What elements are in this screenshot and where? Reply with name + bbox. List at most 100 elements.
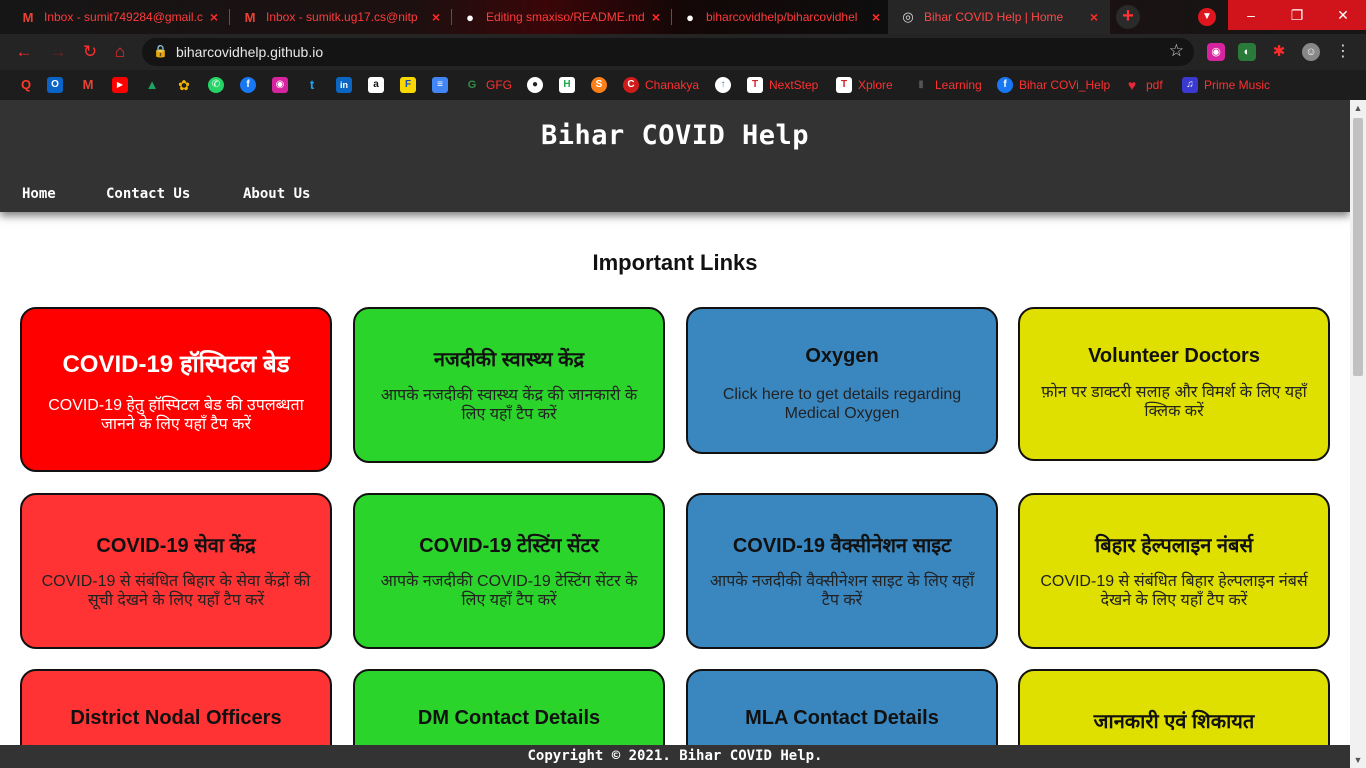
extensions-puzzle-icon[interactable]: ✱ — [1270, 43, 1288, 61]
music-icon: ♫ — [1182, 77, 1198, 93]
bookmark-whatsapp[interactable]: ✆ — [208, 76, 224, 94]
back-icon[interactable]: ← — [14, 42, 34, 62]
browser-tab-strip: M Inbox - sumit749284@gmail.c × M Inbox … — [0, 0, 1366, 103]
bookmark-gfg[interactable]: G GFG — [464, 76, 512, 94]
card-title: MLA Contact Details — [745, 707, 939, 729]
bookmark-label: Chanakya — [645, 78, 700, 92]
close-tab-icon[interactable]: × — [432, 9, 440, 25]
bookmark-prime-music[interactable]: ♫ Prime Music — [1182, 76, 1270, 94]
bookmark-twitter[interactable]: t — [304, 76, 320, 94]
avatar[interactable]: ☺ — [1302, 43, 1320, 61]
address-bar[interactable]: 🔒 biharcovidhelp.github.io ☆ — [142, 38, 1194, 66]
card-title: COVID-19 टेस्टिंग सेंटर — [419, 535, 599, 557]
card-hospital-beds[interactable]: COVID-19 हॉस्पिटल बेड COVID-19 हेतु हॉस्… — [20, 307, 332, 472]
forward-icon[interactable]: → — [48, 42, 68, 62]
card-vaccination-site[interactable]: COVID-19 वैक्सीनेशन साइट आपके नजदीकी वैक… — [686, 493, 998, 649]
scroll-thumb[interactable] — [1353, 118, 1363, 376]
card-title: District Nodal Officers — [70, 707, 282, 729]
outlook-icon: O — [47, 77, 63, 93]
bookmark-upload[interactable]: ↑ — [715, 76, 731, 94]
card-seva-kendra[interactable]: COVID-19 सेवा केंद्र COVID-19 से संबंधित… — [20, 493, 332, 649]
card-title: जानकारी एवं शिकायत — [1093, 711, 1255, 733]
card-health-centre[interactable]: नजदीकी स्वास्थ्य केंद्र आपके नजदीकी स्वा… — [353, 307, 665, 463]
new-tab-button[interactable]: + — [1116, 5, 1140, 29]
bookmark-label: Prime Music — [1204, 78, 1271, 92]
bookmark-outlook[interactable]: O — [47, 76, 63, 94]
search-icon: Q — [20, 77, 32, 92]
card-testing-centre[interactable]: COVID-19 टेस्टिंग सेंटर आपके नजदीकी COVI… — [353, 493, 665, 649]
nav-about-link[interactable]: About Us — [243, 186, 310, 202]
maximize-button[interactable]: ❐ — [1274, 0, 1320, 30]
browser-tab[interactable]: ● Editing smaxiso/README.md × — [450, 0, 672, 34]
close-tab-icon[interactable]: × — [872, 9, 880, 25]
bookmark-youtube[interactable]: ▶ — [112, 76, 128, 94]
bookmark-label: pdf — [1146, 78, 1163, 92]
bookmark-facebook[interactable]: f — [240, 76, 256, 94]
card-title: बिहार हेल्पलाइन नंबर्स — [1095, 535, 1253, 557]
close-window-button[interactable]: ✕ — [1320, 0, 1366, 30]
browser-tab-active[interactable]: ◎ Bihar COVID Help | Home × — [888, 0, 1110, 34]
bookmark-gmail[interactable]: M — [80, 76, 96, 94]
bookmark-instagram[interactable]: ◉ — [272, 76, 288, 94]
bookmark-photos[interactable]: ✿ — [176, 76, 192, 94]
chanakya-icon: C — [623, 77, 639, 93]
menu-icon[interactable]: ⋮ — [1334, 43, 1352, 61]
instagram-extension-icon[interactable]: ◉ — [1207, 43, 1225, 61]
card-title: COVID-19 सेवा केंद्र — [96, 535, 256, 557]
bookmark-hackerrank[interactable]: H — [559, 76, 575, 94]
bookmark-label: GFG — [486, 78, 512, 92]
bookmark-nextstep[interactable]: T NextStep — [747, 76, 818, 94]
bookmark-swiggy[interactable]: S — [591, 76, 607, 94]
nav-contact-link[interactable]: Contact Us — [106, 186, 190, 202]
gfg-icon: G — [467, 79, 477, 91]
browser-toolbar: ← → ↻ ⌂ 🔒 biharcovidhelp.github.io ☆ ◉ ◐… — [0, 34, 1366, 70]
minimize-button[interactable]: – — [1228, 0, 1274, 30]
github-icon: ● — [686, 9, 694, 25]
facebook-icon: f — [240, 77, 256, 93]
bookmark-xplore[interactable]: T Xplore — [836, 76, 893, 94]
profile-icon[interactable]: ▼ — [1198, 8, 1216, 26]
flipkart-icon: F — [400, 77, 416, 93]
bookmark-flipkart[interactable]: F — [400, 76, 416, 94]
bookmark-github[interactable]: ● — [527, 76, 543, 94]
card-oxygen[interactable]: Oxygen Click here to get details regardi… — [686, 307, 998, 454]
youtube-icon: ▶ — [112, 77, 128, 93]
page-scrollbar[interactable]: ▲ ▼ — [1350, 100, 1366, 768]
browser-tab[interactable]: ● biharcovidhelp/biharcovidhel × — [670, 0, 892, 34]
bookmark-search[interactable]: Q — [18, 76, 34, 94]
extension-icon[interactable]: ◐ — [1238, 43, 1256, 61]
reload-icon[interactable]: ↻ — [80, 42, 100, 62]
bookmark-docs[interactable]: ≡ — [432, 76, 448, 94]
home-icon[interactable]: ⌂ — [110, 42, 130, 62]
bookmark-pdf[interactable]: ♥ pdf — [1124, 76, 1163, 94]
bookmark-amazon[interactable]: a — [368, 76, 384, 94]
bookmark-bihar-covi-help[interactable]: f Bihar COVi_Help — [997, 76, 1110, 94]
close-tab-icon[interactable]: × — [1090, 9, 1098, 25]
globe-icon: ◎ — [902, 9, 914, 24]
card-description: Click here to get details regarding Medi… — [722, 386, 962, 422]
close-tab-icon[interactable]: × — [652, 9, 660, 25]
url-text: biharcovidhelp.github.io — [176, 44, 324, 60]
bookmark-label: NextStep — [769, 78, 819, 92]
card-title: COVID-19 हॉस्पिटल बेड — [62, 351, 290, 378]
bookmark-star-icon[interactable]: ☆ — [1169, 41, 1184, 61]
card-description: COVID-19 से संबंधित बिहार के सेवा केंद्र… — [41, 573, 311, 609]
page-viewport: Bihar COVID Help Home Contact Us About U… — [0, 100, 1366, 768]
card-volunteer-doctors[interactable]: Volunteer Doctors फ़ोन पर डाक्टरी सलाह औ… — [1018, 307, 1330, 461]
scroll-up-arrow-icon[interactable]: ▲ — [1350, 100, 1366, 116]
bookmark-linkedin[interactable]: in — [336, 76, 352, 94]
photos-icon: ✿ — [178, 77, 190, 93]
scroll-down-arrow-icon[interactable]: ▼ — [1350, 752, 1366, 768]
browser-tab[interactable]: M Inbox - sumitk.ug17.cs@nitp × — [230, 0, 452, 34]
card-helpline-numbers[interactable]: बिहार हेल्पलाइन नंबर्स COVID-19 से संबंध… — [1018, 493, 1330, 649]
bookmark-drive[interactable]: ▲ — [144, 76, 160, 94]
lock-icon[interactable]: 🔒 — [153, 44, 168, 60]
nav-home-link[interactable]: Home — [22, 186, 56, 202]
close-tab-icon[interactable]: × — [210, 9, 218, 25]
bookmark-chanakya[interactable]: C Chanakya — [623, 76, 699, 94]
gmail-icon: M — [22, 9, 34, 25]
browser-tab[interactable]: M Inbox - sumit749284@gmail.c × — [8, 0, 230, 34]
tab-title: Inbox - sumit749284@gmail.c — [44, 10, 203, 24]
bookmark-learning[interactable]: ▮ Learning — [913, 76, 981, 94]
card-title: COVID-19 वैक्सीनेशन साइट — [732, 535, 952, 557]
